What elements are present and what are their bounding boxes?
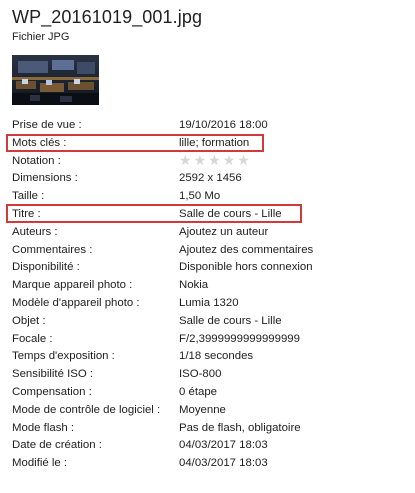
property-label: Objet :	[12, 314, 46, 327]
property-label: Mode de contrôle de logiciel :	[12, 403, 161, 416]
property-label: Temps d'exposition :	[12, 350, 115, 363]
property-label: Marque appareil photo :	[12, 279, 133, 292]
property-value: 04/03/2017 18:03	[179, 439, 268, 452]
property-row-dimensions: Dimensions : 2592 x 1456	[12, 170, 407, 188]
property-value: Moyenne	[179, 403, 226, 416]
title-highlight-box	[6, 204, 302, 223]
rating-stars[interactable]: ★★★★★	[179, 152, 252, 170]
property-label: Dimensions :	[12, 172, 78, 185]
property-row-authors: Auteurs : Ajoutez un auteur	[12, 224, 407, 242]
property-label: Date de création :	[12, 439, 102, 452]
property-value[interactable]: Salle de cours - Lille	[179, 313, 282, 331]
tags-highlight-box	[6, 134, 264, 152]
property-value: 04/03/2017 18:03	[179, 457, 268, 470]
property-value[interactable]: Ajoutez un auteur	[179, 224, 268, 242]
property-row-exposure-time: Temps d'exposition : 1/18 secondes	[12, 348, 407, 366]
property-row-camera-maker: Marque appareil photo : Nokia	[12, 277, 407, 295]
property-row-exposure-bias: Compensation : 0 étape	[12, 384, 407, 402]
star-icon[interactable]: ★	[237, 152, 252, 168]
property-label: Compensation :	[12, 385, 92, 398]
property-row-flash-mode: Mode flash : Pas de flash, obligatoire	[12, 420, 407, 438]
star-icon[interactable]: ★	[223, 152, 238, 168]
property-value: Disponible hors connexion	[179, 261, 313, 274]
property-label: Mode flash :	[12, 421, 75, 434]
property-value[interactable]: 19/10/2016 18:00	[179, 117, 268, 135]
property-row-rating: Notation : ★★★★★	[12, 152, 407, 171]
property-value: F/2,3999999999999999	[179, 332, 300, 345]
property-value: 2592 x 1456	[179, 172, 242, 185]
property-value: 1/18 secondes	[179, 350, 254, 363]
property-label: Commentaires :	[12, 243, 93, 256]
property-value: 0 étape	[179, 385, 218, 398]
star-icon[interactable]: ★	[179, 152, 194, 168]
property-label: Notation :	[12, 154, 61, 167]
property-row-camera-model: Modèle d'appareil photo : Lumia 1320	[12, 295, 407, 313]
property-label: Modèle d'appareil photo :	[12, 296, 140, 309]
property-value[interactable]: Nokia	[179, 277, 208, 295]
property-label: Disponibilité :	[12, 261, 80, 274]
property-value[interactable]: Lumia 1320	[179, 295, 239, 313]
property-value: ISO-800	[179, 368, 222, 381]
classroom-photo-thumbnail[interactable]	[12, 55, 99, 105]
star-icon[interactable]: ★	[194, 152, 209, 168]
property-row-iso: Sensibilité ISO : ISO-800	[12, 366, 407, 384]
property-row-date-created: Date de création : 04/03/2017 18:03	[12, 437, 407, 455]
property-row-availability: Disponibilité : Disponible hors connexio…	[12, 259, 407, 277]
property-row-comments: Commentaires : Ajoutez des commentaires	[12, 242, 407, 260]
property-row-f-stop: Focale : F/2,3999999999999999	[12, 331, 407, 349]
property-value: Pas de flash, obligatoire	[179, 421, 301, 434]
property-label: Modifié le :	[12, 457, 68, 470]
property-row-metering-mode: Mode de contrôle de logiciel : Moyenne	[12, 402, 407, 420]
property-label: Prise de vue :	[12, 119, 82, 131]
classroom-photo-image	[12, 55, 99, 105]
property-label: Focale :	[12, 332, 53, 345]
property-row-date-taken: Prise de vue : 19/10/2016 18:00	[12, 117, 407, 135]
property-label: Sensibilité ISO :	[12, 368, 94, 381]
property-value[interactable]: Ajoutez des commentaires	[179, 242, 313, 260]
property-row-subject: Objet : Salle de cours - Lille	[12, 313, 407, 331]
file-name-title: WP_20161019_001.jpg	[12, 7, 203, 27]
file-type-label: Fichier JPG	[12, 31, 70, 43]
star-icon[interactable]: ★	[208, 152, 223, 168]
property-row-date-modified: Modifié le : 04/03/2017 18:03	[12, 455, 407, 473]
properties-list: Prise de vue : 19/10/2016 18:00 Mots clé…	[12, 117, 407, 473]
property-label: Auteurs :	[12, 225, 58, 238]
